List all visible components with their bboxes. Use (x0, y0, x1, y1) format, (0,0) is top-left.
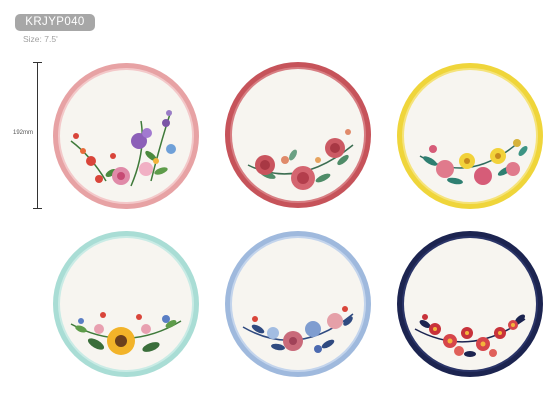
product-code-badge: KRJYP040 (15, 14, 95, 31)
dimension-line (37, 62, 38, 208)
size-label: Size: 7.5' (23, 34, 58, 44)
plate-yellow-bloom (395, 61, 545, 211)
plate-sunflower (51, 229, 201, 379)
plate-navy-red-floral (395, 229, 545, 379)
plate-blue-floral (223, 229, 373, 379)
dimension-bottom-tick (33, 208, 42, 209)
dimension-label: 192mm (13, 130, 34, 136)
plate-red-rose (223, 60, 373, 210)
plate-pink-wildflower (51, 61, 201, 211)
